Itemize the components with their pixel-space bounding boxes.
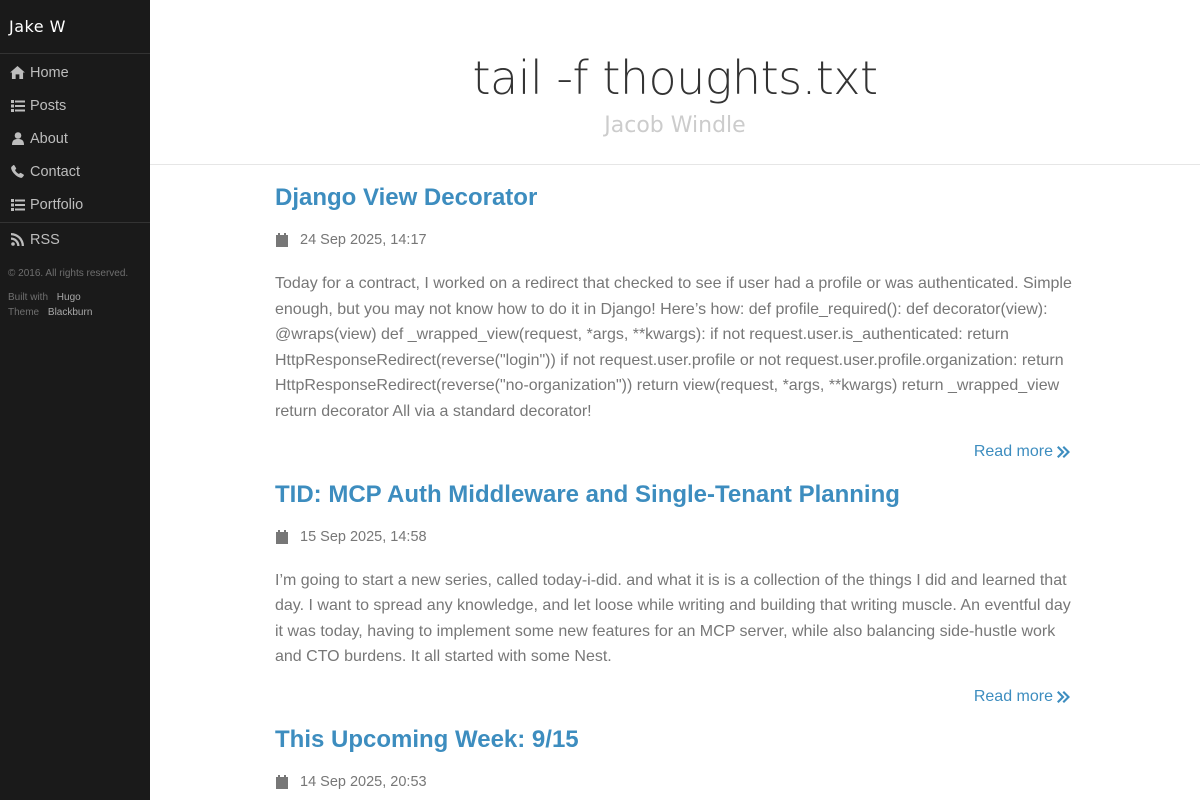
post-date: 14 Sep 2025, 20:53 [300, 773, 427, 790]
post-title-link[interactable]: TID: MCP Auth Middleware and Single-Tena… [275, 462, 1075, 510]
post-meta: 14 Sep 2025, 20:53 [275, 772, 1075, 792]
sidebar-item-rss[interactable]: RSS [0, 223, 150, 256]
sidebar-item-home[interactable]: Home [0, 56, 150, 89]
sidebar-item-label: Posts [30, 97, 67, 114]
built-with-row: Built with Hugo [8, 290, 142, 305]
post-summary: Today for a contract, I worked on a redi… [275, 275, 1072, 420]
calendar-icon [275, 529, 289, 544]
sidebar-item-portfolio[interactable]: Portfolio [0, 188, 150, 221]
read-more-label: Read more [973, 442, 1053, 460]
read-more-link[interactable]: Read more [974, 442, 1070, 462]
calendar-icon [275, 774, 289, 789]
post-meta: 15 Sep 2025, 14:58 [275, 527, 1075, 547]
sidebar-item-label: Home [30, 64, 69, 81]
post-list: Django View Decorator 24 Sep 2025, 14:17… [275, 165, 1075, 792]
sidebar-item-contact[interactable]: Contact [0, 155, 150, 188]
theme-row: Theme Blackburn [8, 305, 142, 320]
post-title-link[interactable]: Django View Decorator [275, 165, 1075, 213]
blackburn-link[interactable]: Blackburn [48, 307, 92, 318]
post-date: 15 Sep 2025, 14:58 [300, 528, 427, 545]
rss-icon [10, 233, 25, 247]
post-item: TID: MCP Auth Middleware and Single-Tena… [275, 462, 1075, 707]
brand-title[interactable]: Jake W [0, 0, 150, 54]
sidebar-footer: © 2016. All rights reserved. Built with … [0, 256, 150, 320]
read-more-link[interactable]: Read more [974, 687, 1070, 707]
sidebar-item-label: Portfolio [30, 196, 84, 213]
sidebar-item-posts[interactable]: Posts [0, 89, 150, 122]
sidebar-item-label: RSS [30, 231, 60, 248]
post-item: Django View Decorator 24 Sep 2025, 14:17… [275, 165, 1075, 462]
site-title: tail -f thoughts.txt [472, 51, 879, 105]
user-icon [10, 132, 25, 146]
site-subtitle: Jacob Windle [604, 113, 746, 138]
double-chevron-right-icon [1057, 690, 1070, 703]
sidebar-nav: Home Posts About Contact Portfolio RSS [0, 54, 150, 256]
post-title-link[interactable]: This Upcoming Week: 9/15 [275, 707, 1075, 755]
theme-label: Theme [8, 307, 40, 318]
phone-icon [10, 165, 25, 179]
home-icon [10, 66, 25, 80]
double-chevron-right-icon [1057, 445, 1070, 458]
page-header: tail -f thoughts.txt Jacob Windle [150, 0, 1200, 165]
sidebar-item-label: About [30, 130, 68, 147]
post-meta: 24 Sep 2025, 14:17 [275, 230, 1075, 250]
sidebar: Jake W Home Posts About Contact Portfoli… [0, 0, 150, 800]
read-more-row: Read more [275, 687, 1075, 707]
copyright: © 2016. All rights reserved. [8, 268, 129, 279]
calendar-icon [275, 233, 289, 247]
post-date: 24 Sep 2025, 14:17 [300, 232, 427, 248]
read-more-row: Read more [275, 442, 1075, 462]
list-icon [10, 99, 25, 113]
read-more-label: Read more [973, 687, 1053, 705]
post-summary: I’m going to start a new series, called … [275, 571, 1071, 666]
list-icon [10, 198, 25, 212]
post-item: This Upcoming Week: 9/15 14 Sep 2025, 20… [275, 707, 1075, 792]
sidebar-item-about[interactable]: About [0, 122, 150, 155]
built-with-label: Built with [8, 292, 49, 303]
sidebar-item-label: Contact [30, 163, 80, 180]
hugo-link[interactable]: Hugo [57, 292, 81, 303]
